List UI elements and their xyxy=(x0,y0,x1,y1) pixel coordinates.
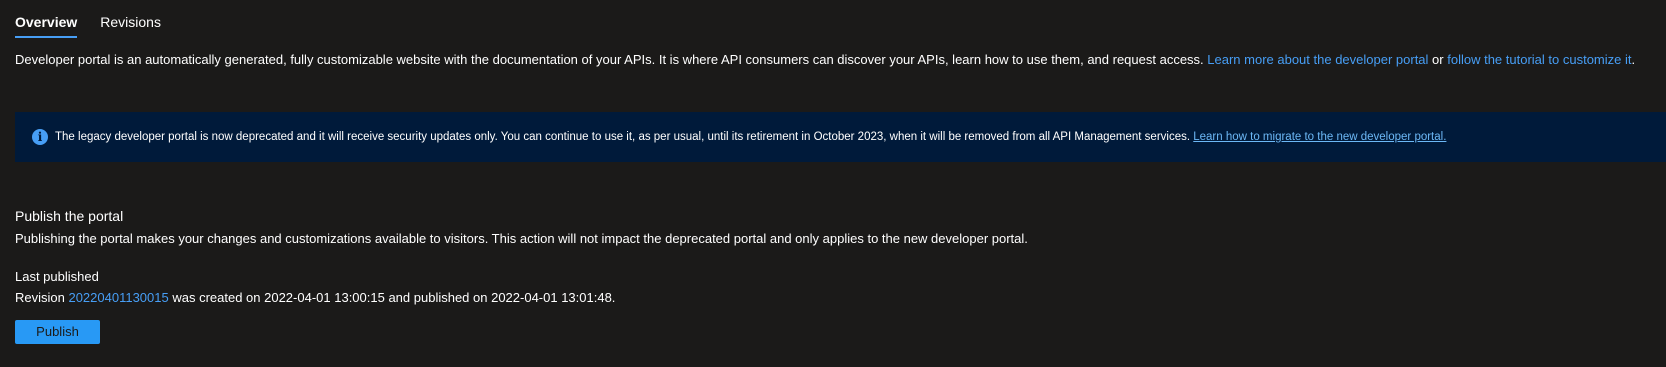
info-icon: i xyxy=(32,129,48,145)
description-connector: or xyxy=(1428,52,1448,67)
banner-message: The legacy developer portal is now depre… xyxy=(55,129,1446,145)
last-published-label: Last published xyxy=(15,269,99,284)
revision-link[interactable]: 20220401130015 xyxy=(68,290,168,305)
tab-overview[interactable]: Overview xyxy=(15,0,78,38)
publish-section-description: Publishing the portal makes your changes… xyxy=(15,231,1028,246)
publish-button[interactable]: Publish xyxy=(15,320,100,344)
tab-bar: Overview Revisions xyxy=(15,0,161,38)
description-end: . xyxy=(1631,52,1636,67)
tab-revisions[interactable]: Revisions xyxy=(100,0,161,38)
banner-text: The legacy developer portal is now depre… xyxy=(55,131,1194,143)
portal-description-text: Developer portal is an automatically gen… xyxy=(15,52,1208,67)
portal-description: Developer portal is an automatically gen… xyxy=(15,51,1635,69)
revision-prefix: Revision xyxy=(15,290,69,305)
migrate-link[interactable]: Learn how to migrate to the new develope… xyxy=(1193,131,1446,143)
revision-info: Revision 20220401130015 was created on 2… xyxy=(15,289,615,307)
developer-portal-page: Overview Revisions Developer portal is a… xyxy=(0,0,1666,367)
learn-more-link[interactable]: Learn more about the developer portal xyxy=(1207,52,1428,67)
publish-section-title: Publish the portal xyxy=(15,208,124,224)
tutorial-link[interactable]: follow the tutorial to customize it xyxy=(1447,52,1631,67)
deprecation-banner: i The legacy developer portal is now dep… xyxy=(15,112,1666,162)
revision-suffix: was created on 2022-04-01 13:00:15 and p… xyxy=(168,290,616,305)
